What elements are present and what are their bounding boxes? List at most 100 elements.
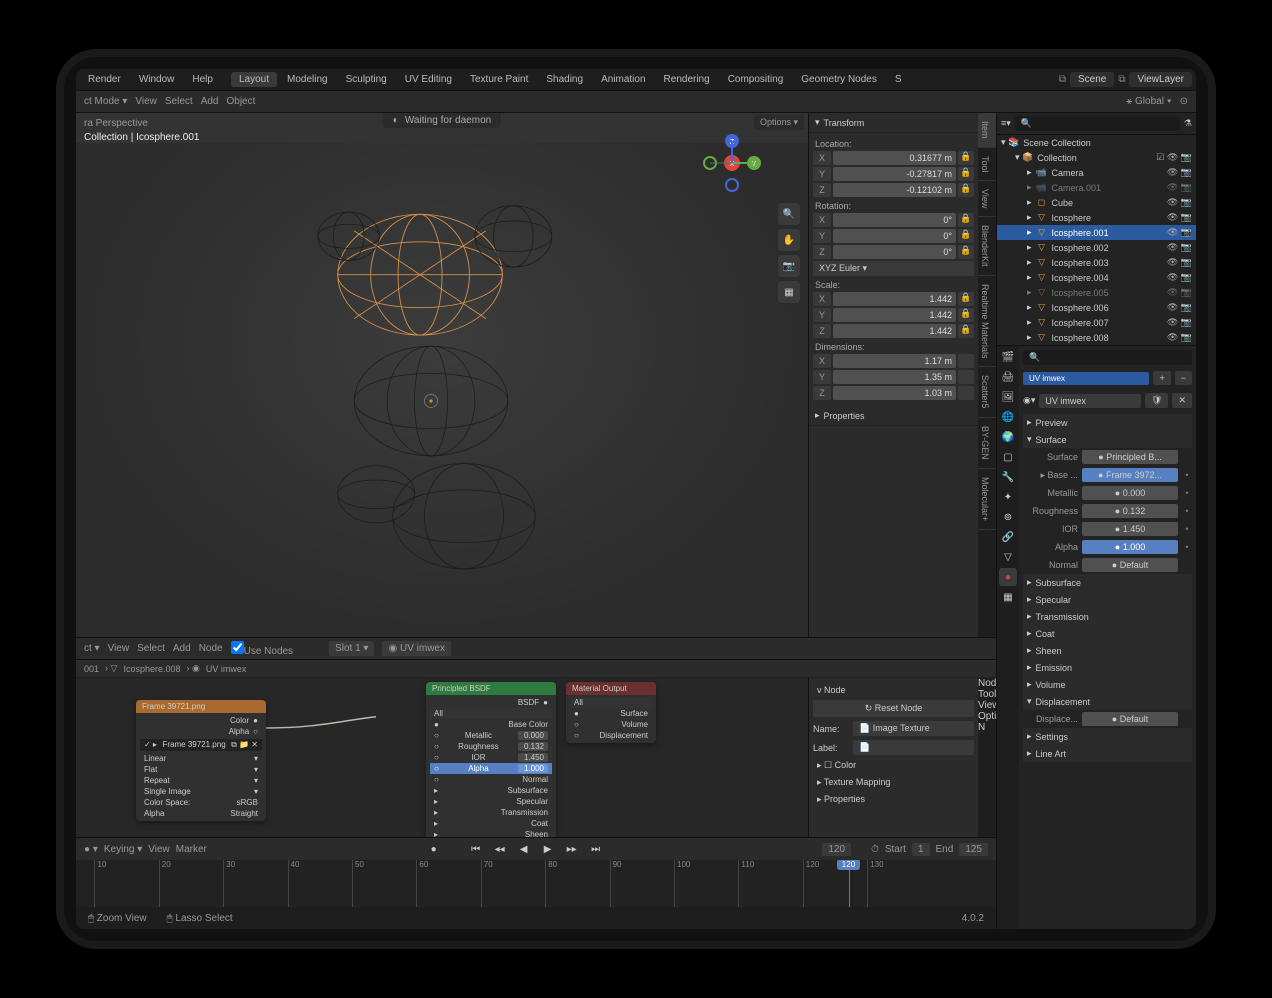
outliner-icon[interactable]: ≡▾ bbox=[1001, 118, 1011, 129]
mat-name-field[interactable]: UV imwex bbox=[1039, 394, 1141, 408]
tab-blenderkit[interactable]: BlenderKit bbox=[978, 217, 996, 276]
ne-add[interactable]: Add bbox=[173, 643, 191, 654]
ws-layout[interactable]: Layout bbox=[231, 72, 277, 87]
lineart-section[interactable]: ▸ Line Art bbox=[1023, 745, 1192, 762]
ol-collection[interactable]: ▾ 📦 Collection☑ 👁 📷 bbox=[997, 150, 1196, 165]
base-val[interactable]: ● Frame 3972... bbox=[1082, 468, 1178, 482]
viewport-3d[interactable]: ra Perspective Collection | Icosphere.00… bbox=[76, 113, 808, 637]
ws-uv[interactable]: UV Editing bbox=[397, 72, 460, 87]
sc-y[interactable]: 1.442 bbox=[833, 308, 956, 322]
orientation[interactable]: ⚹ Global ▾ bbox=[1126, 96, 1171, 107]
color-section[interactable]: ▸ ☐ Color bbox=[813, 757, 974, 774]
camera-icon[interactable]: 📷 bbox=[778, 255, 800, 277]
ol-item-icosphere-007[interactable]: ▸ ▽Icosphere.007👁 📷 bbox=[997, 315, 1196, 330]
snap-icon[interactable]: ⊙ bbox=[1180, 96, 1188, 107]
vp-options[interactable]: Options ▾ bbox=[754, 115, 804, 130]
mode-select[interactable]: ct Mode ▾ bbox=[84, 96, 127, 107]
ol-item-icosphere-008[interactable]: ▸ ▽Icosphere.008👁 📷 bbox=[997, 330, 1196, 345]
specular-section[interactable]: ▸ Specular bbox=[1023, 591, 1192, 608]
tab-view[interactable]: View bbox=[978, 181, 996, 217]
viewlayer-field[interactable]: ViewLayer bbox=[1129, 72, 1192, 87]
rot-mode[interactable]: XYZ Euler ▾ bbox=[813, 261, 974, 276]
normal-val[interactable]: ● Default bbox=[1082, 558, 1178, 572]
loc-x[interactable]: 0.31677 m bbox=[833, 151, 956, 165]
ior-val[interactable]: ● 1.450 bbox=[1082, 522, 1178, 536]
hdr-select[interactable]: Select bbox=[165, 96, 193, 107]
ptab-object[interactable]: ▢ bbox=[999, 448, 1017, 466]
ol-item-icosphere[interactable]: ▸ ▽Icosphere👁 📷 bbox=[997, 210, 1196, 225]
use-nodes-check[interactable]: Use Nodes bbox=[231, 641, 293, 657]
ol-item-icosphere-004[interactable]: ▸ ▽Icosphere.004👁 📷 bbox=[997, 270, 1196, 285]
cur-frame[interactable]: 120 bbox=[822, 843, 851, 856]
netab-view[interactable]: View bbox=[978, 700, 996, 711]
ne-material[interactable]: ◉ UV imwex bbox=[382, 641, 451, 656]
ptab-texture[interactable]: ▦ bbox=[999, 588, 1017, 606]
ol-scene-collection[interactable]: ▾ 📚Scene Collection bbox=[997, 135, 1196, 150]
ne-node[interactable]: Node bbox=[199, 643, 223, 654]
ptab-data[interactable]: ▽ bbox=[999, 548, 1017, 566]
ne-mode[interactable]: ct ▾ bbox=[84, 643, 100, 654]
volume-section[interactable]: ▸ Volume bbox=[1023, 676, 1192, 693]
prop-search[interactable]: 🔍 bbox=[1023, 350, 1192, 365]
disp-val[interactable]: ● Default bbox=[1082, 712, 1178, 726]
timeline-ruler[interactable]: 102030405060708090100110120130 120 bbox=[76, 860, 996, 907]
tab-bygen[interactable]: BY-GEN bbox=[978, 418, 996, 469]
transform-header[interactable]: ▾ Transform bbox=[809, 113, 978, 133]
end-frame[interactable]: 125 bbox=[959, 843, 988, 856]
node-label-field[interactable]: 📄 bbox=[853, 740, 974, 755]
autokey-icon[interactable]: ● bbox=[425, 841, 443, 857]
node-name-field[interactable]: 📄 Image Texture bbox=[853, 721, 974, 736]
coat-section[interactable]: ▸ Coat bbox=[1023, 625, 1192, 642]
ol-item-icosphere-003[interactable]: ▸ ▽Icosphere.003👁 📷 bbox=[997, 255, 1196, 270]
ws-shading[interactable]: Shading bbox=[538, 72, 591, 87]
node-material-output[interactable]: Material Output All ● Surface ○ Volume ○… bbox=[566, 682, 656, 743]
ol-item-icosphere-002[interactable]: ▸ ▽Icosphere.002👁 📷 bbox=[997, 240, 1196, 255]
ws-render[interactable]: Rendering bbox=[656, 72, 718, 87]
hdr-add[interactable]: Add bbox=[201, 96, 219, 107]
reset-node-button[interactable]: ↻ Reset Node bbox=[813, 700, 974, 717]
ws-texpaint[interactable]: Texture Paint bbox=[462, 72, 536, 87]
ptab-particle[interactable]: ✦ bbox=[999, 488, 1017, 506]
persp-icon[interactable]: ▦ bbox=[778, 281, 800, 303]
jump-start-icon[interactable]: ⏮ bbox=[467, 841, 485, 857]
hdr-view[interactable]: View bbox=[135, 96, 157, 107]
ptab-physics[interactable]: ⊚ bbox=[999, 508, 1017, 526]
bc-mesh[interactable]: Icosphere.008 bbox=[123, 664, 180, 674]
ne-select[interactable]: Select bbox=[137, 643, 165, 654]
filter-icon[interactable]: ⚗ bbox=[1184, 118, 1192, 129]
ol-item-icosphere-006[interactable]: ▸ ▽Icosphere.006👁 📷 bbox=[997, 300, 1196, 315]
mat-slot[interactable]: UV imwex bbox=[1023, 372, 1149, 385]
tab-rtmat[interactable]: Realtime Materials bbox=[978, 276, 996, 368]
rot-y[interactable]: 0° bbox=[833, 229, 956, 243]
ptab-view[interactable]: 🖼 bbox=[999, 388, 1017, 406]
tab-tool[interactable]: Tool bbox=[978, 148, 996, 182]
jump-end-icon[interactable]: ⏭ bbox=[587, 841, 605, 857]
sc-z[interactable]: 1.442 bbox=[833, 324, 956, 338]
ws-modeling[interactable]: Modeling bbox=[279, 72, 336, 87]
ol-item-icosphere-005[interactable]: ▸ ▽Icosphere.005👁 📷 bbox=[997, 285, 1196, 300]
menu-window[interactable]: Window bbox=[131, 72, 183, 87]
ptab-render[interactable]: 🎬 bbox=[999, 348, 1017, 366]
tab-molecular[interactable]: Molecular+ bbox=[978, 469, 996, 530]
pan-icon[interactable]: ✋ bbox=[778, 229, 800, 251]
preview-section[interactable]: ▸ Preview bbox=[1023, 414, 1192, 431]
node-section[interactable]: v Node bbox=[813, 682, 974, 698]
ptab-world[interactable]: 🌍 bbox=[999, 428, 1017, 446]
surface-section[interactable]: ▾ Surface bbox=[1023, 431, 1192, 448]
ne-view[interactable]: View bbox=[108, 643, 130, 654]
netab-options[interactable]: Options bbox=[978, 711, 996, 722]
netab-tool[interactable]: Tool bbox=[978, 689, 996, 700]
zoom-icon[interactable]: 🔍 bbox=[778, 203, 800, 225]
ptab-constraint[interactable]: 🔗 bbox=[999, 528, 1017, 546]
netab-n[interactable]: N bbox=[978, 722, 996, 733]
hdr-object[interactable]: Object bbox=[226, 96, 255, 107]
alpha-val[interactable]: ● 1.000 bbox=[1082, 540, 1178, 554]
loc-y[interactable]: -0.27817 m bbox=[833, 167, 956, 181]
play-icon[interactable]: ▶ bbox=[539, 841, 557, 857]
ptab-output[interactable]: 🖨 bbox=[999, 368, 1017, 386]
ws-sculpting[interactable]: Sculpting bbox=[338, 72, 395, 87]
menu-help[interactable]: Help bbox=[184, 72, 221, 87]
ol-item-camera[interactable]: ▸ 📹Camera👁 📷 bbox=[997, 165, 1196, 180]
rot-z[interactable]: 0° bbox=[833, 245, 956, 259]
nodeprops-section[interactable]: ▸ Properties bbox=[813, 791, 974, 808]
